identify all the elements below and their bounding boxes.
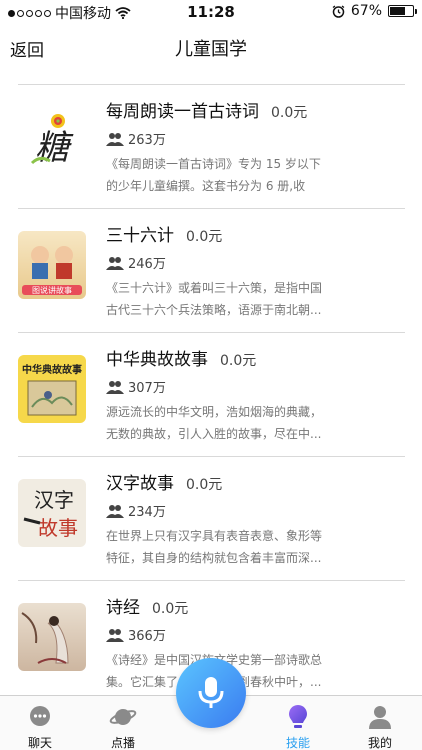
item-title: 每周朗读一首古诗词 [106, 102, 259, 122]
listeners-icon [106, 132, 124, 146]
status-right: 67% [332, 3, 417, 19]
calligraphy-cover-icon: 汉字 故事 [23, 488, 78, 540]
play-count: 366万 [128, 629, 166, 644]
tab-on-demand[interactable]: 点播 [93, 702, 153, 750]
listeners-icon [106, 380, 124, 394]
alarm-icon [332, 4, 345, 18]
planet-icon [109, 709, 137, 725]
list-item[interactable]: 糖 每周朗读一首古诗词 0.0元 263万 《每周朗读一首古诗词》专为 15 岁… [18, 84, 405, 208]
play-count: 307万 [128, 381, 166, 396]
user-icon [369, 706, 391, 729]
book-cover-icon: 中华典故故事 [22, 363, 82, 416]
item-description: 源远流长的中华文明，浩如烟海的典藏，无数的典故，引人入胜的故事，尽在中... [106, 405, 322, 441]
item-price: 0.0元 [186, 477, 223, 493]
cover-caption: 汉字 [34, 488, 74, 512]
item-description: 《每周朗读一首古诗词》专为 15 岁以下的少年儿童编撰。这套书分为 6 册,收集… [106, 157, 321, 193]
painting-cover-icon [21, 612, 69, 664]
cover-caption: 图说讲故事 [32, 285, 72, 295]
tab-label: 聊天 [27, 736, 52, 750]
play-count: 263万 [128, 133, 166, 148]
tab-chat[interactable]: 聊天 [10, 702, 70, 750]
page-title: 儿童国学 [175, 39, 247, 60]
bulb-icon [289, 705, 307, 728]
listeners-icon [106, 628, 124, 642]
list-item[interactable]: 图说讲故事 三十六计 0.0元 246万 《三十六计》或着叫三十六策，是指中国古… [18, 208, 405, 332]
battery-icon [388, 5, 417, 17]
list-item[interactable]: 汉字 故事 汉字故事 0.0元 234万 在世界上只有汉字具有表音表意、象形等特… [18, 456, 405, 580]
tab-skills[interactable]: 技能 [268, 702, 328, 750]
listeners-icon [106, 256, 124, 270]
item-description: 《三十六计》或着叫三十六策，是指中国古代三十六个兵法策略，语源于南北朝... [106, 281, 322, 317]
candy-logo-text: 糖 [35, 128, 74, 168]
item-price: 0.0元 [271, 105, 308, 121]
cover-image [18, 603, 86, 671]
item-description: 在世界上只有汉字具有表音表意、象形等特征，其自身的结构就包含着丰富而深... [106, 529, 322, 565]
play-count: 246万 [128, 257, 166, 272]
list-item[interactable]: 中华典故故事 中华典故故事 0.0元 307万 源远流长的中华文明，浩如烟海的典… [18, 332, 405, 456]
item-price: 0.0元 [220, 353, 257, 369]
item-title: 诗经 [106, 598, 140, 618]
nav-bar: 返回 儿童国学 [0, 24, 422, 72]
cover-image: 中华典故故事 [18, 355, 86, 423]
voice-input-button[interactable] [176, 658, 246, 728]
battery-level [390, 7, 405, 15]
tab-label: 点播 [110, 736, 135, 750]
cover-image: 汉字 故事 [18, 479, 86, 547]
tab-label: 技能 [285, 736, 310, 750]
item-title: 三十六计 [106, 226, 174, 246]
status-bar: 中国移动 11:28 67% [0, 0, 422, 24]
cover-caption: 故事 [38, 516, 78, 540]
item-title: 中华典故故事 [106, 350, 208, 370]
tab-mine[interactable]: 我的 [350, 702, 410, 750]
item-price: 0.0元 [152, 601, 189, 617]
chat-icon [30, 706, 50, 726]
cover-image: 糖 [18, 107, 86, 175]
microphone-icon [198, 677, 224, 708]
battery-percent: 67% [350, 3, 382, 19]
candy-logo-icon: 糖 [30, 114, 74, 168]
content-list: 糖 每周朗读一首古诗词 0.0元 263万 《每周朗读一首古诗词》专为 15 岁… [18, 84, 405, 704]
cover-caption: 中华典故故事 [22, 363, 82, 376]
tab-label: 我的 [367, 736, 392, 750]
cover-image: 图说讲故事 [18, 231, 86, 299]
listeners-icon [106, 504, 124, 518]
item-title: 汉字故事 [106, 474, 174, 494]
cartoon-cover-icon: 图说讲故事 [22, 246, 82, 295]
play-count: 234万 [128, 505, 166, 520]
item-price: 0.0元 [186, 229, 223, 245]
